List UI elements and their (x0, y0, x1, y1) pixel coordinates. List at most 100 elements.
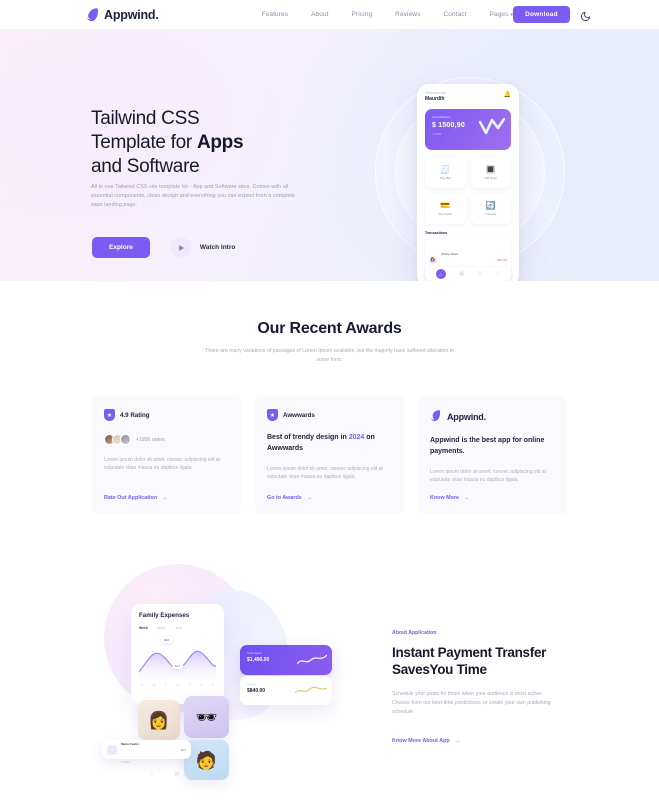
brand-logo[interactable]: Appwind. (86, 7, 159, 22)
family-expenses-card: Family Expenses Week Month Year $90 $47 … (131, 604, 224, 704)
award-card-body: Lorem ipsum dolor sit amet, consec adipi… (430, 469, 546, 483)
watch-intro-button[interactable]: Watch Intro (169, 237, 235, 258)
user-icon[interactable]: ○ (226, 771, 229, 777)
phone-bottom-nav: ⌂ ▤ ▢ ♡ (425, 267, 511, 281)
chart-icon[interactable]: ▤ (175, 771, 180, 777)
award-badge: Appwind. (430, 409, 555, 424)
arrow-right-icon: → (162, 495, 168, 501)
phone-tile-pay-bill[interactable]: 🧾 Pay Bill (425, 157, 466, 188)
x-label: S (141, 683, 143, 687)
heading-part-a: Best of trendy design in (267, 434, 349, 441)
store-icon: 🛍 (429, 256, 437, 264)
home-icon[interactable]: ⌂ (435, 269, 446, 279)
phone-transactions-title: Transactions (425, 231, 448, 235)
phone-balance-card: Total Balance $ 1500,90 + 2.5% (425, 109, 511, 150)
phone-tile-qr-scan[interactable]: 🔳 QR Scan (470, 157, 511, 188)
nav-link-contact[interactable]: Contact (443, 11, 466, 18)
phone-tile-label: My Cards (438, 211, 452, 216)
link-label: Go to Awards (267, 495, 302, 501)
award-badge: ★ Awwwards (267, 409, 392, 421)
x-label: T (164, 683, 167, 687)
arrow-right-icon: → (454, 738, 461, 744)
navbar: Appwind. Features About Pricing Reviews … (0, 0, 659, 29)
link-label: Rate Out Application (104, 495, 158, 501)
phone-header: Welcome back Maurdih 🔔 (425, 91, 511, 103)
award-card-body: Lorem ipsum dolor sit amet, consec adipi… (104, 457, 220, 471)
about-content: About Application Instant Payment Transf… (392, 630, 577, 744)
home-icon[interactable]: ⌂ (151, 771, 154, 777)
card-icon[interactable]: ▢ (201, 771, 206, 777)
x-label: S (212, 683, 214, 687)
go-to-awards-link[interactable]: Go to Awards → (267, 495, 312, 501)
tab-week[interactable]: Week (139, 626, 148, 630)
chart-pill-high: $90 (161, 636, 173, 643)
heading-year: 2024 (348, 434, 365, 441)
tab-year[interactable]: Year (175, 626, 182, 630)
transfer-icon: 🔄 (485, 200, 496, 210)
know-more-about-app-link[interactable]: Know More About App → (392, 738, 577, 744)
rater-avatars: +195K raters (104, 434, 229, 445)
rate-application-link[interactable]: Rate Out Application → (104, 495, 168, 501)
stat-card-income: Income $840.00 (240, 676, 332, 705)
rater-count: +195K raters (136, 436, 165, 443)
expenses-chart: $90 $47 (138, 636, 217, 680)
about-body: Schedule your posts for times when your … (392, 691, 551, 715)
phone-username: Maurdih (425, 96, 445, 102)
bell-icon[interactable]: 🔔 (504, 91, 511, 98)
know-more-link[interactable]: Know More → (430, 495, 469, 501)
bell-icon[interactable]: ♡ (496, 271, 500, 277)
award-badge-text: Appwind. (447, 411, 486, 422)
nav-link-features[interactable]: Features (262, 11, 288, 18)
nav-links: Features About Pricing Reviews Contact P… (262, 11, 513, 18)
phone-tile-transfer[interactable]: 🔄 Transfer (470, 193, 511, 224)
shield-icon: ★ (104, 409, 115, 421)
transaction-row-card: Maria Castro Transfer $75 (102, 740, 191, 764)
card-icon: 💳 (440, 200, 451, 210)
nav-link-reviews[interactable]: Reviews (395, 11, 420, 18)
phone-action-tiles: 🧾 Pay Bill 🔳 QR Scan 💳 My Cards 🔄 Transf… (425, 157, 511, 224)
brand-name: Appwind. (104, 7, 159, 22)
sparkline-icon (295, 686, 327, 694)
download-button[interactable]: Download (513, 6, 570, 23)
tab-month[interactable]: Month (157, 626, 166, 630)
phone-tile-label: Pay Bill (440, 175, 451, 180)
wallet-icon[interactable]: ▢ (477, 271, 482, 277)
nav-link-pages-label: Pages (489, 11, 509, 18)
about-eyebrow: About Application (392, 630, 437, 636)
person-card-1: 👩 (138, 700, 180, 740)
hero-section: Tailwind CSS Template for Apps and Softw… (0, 29, 659, 281)
nav-link-pages[interactable]: Pages ▾ (490, 11, 514, 18)
nav-link-pricing[interactable]: Pricing (352, 11, 373, 18)
award-card-rating: ★ 4.9 Rating +195K raters Lorem ipsum do… (92, 396, 241, 514)
award-card-heading: Best of trendy design in 2024 on Awwward… (267, 432, 392, 454)
hero-cta-group: Explore Watch Intro (92, 237, 235, 258)
qr-icon: 🔳 (485, 164, 496, 174)
shield-icon: ★ (267, 409, 278, 421)
about-title-line1: Instant Payment Transfer (392, 645, 547, 660)
awards-cards: ★ 4.9 Rating +195K raters Lorem ipsum do… (0, 396, 659, 514)
arrow-right-icon: → (306, 495, 313, 501)
phone-tile-label: Transfer (485, 211, 497, 216)
people-cards: 👩 🕶 🧑 Maria Castro Transfer $75 (102, 696, 245, 780)
about-title-line2: SavesYou Time (392, 662, 487, 677)
nav-link-about[interactable]: About (311, 11, 329, 18)
hero-title-line2a: Template for (91, 132, 197, 153)
phone-transaction-amount: -$47.00 (496, 258, 508, 262)
phone-tile-my-cards[interactable]: 💳 My Cards (425, 193, 466, 224)
awards-title: Our Recent Awards (257, 320, 402, 337)
leaf-logo-icon (86, 7, 99, 22)
transaction-name: Maria Castro (121, 741, 140, 746)
moon-icon[interactable] (580, 9, 591, 22)
explore-button[interactable]: Explore (92, 237, 150, 258)
x-label: T (188, 683, 191, 687)
award-badge: ★ 4.9 Rating (104, 409, 229, 421)
x-label: W (176, 683, 180, 687)
hero-title: Tailwind CSS Template for Apps and Softw… (91, 107, 244, 179)
x-label: M (152, 683, 156, 687)
chart-icon[interactable]: ▤ (459, 271, 464, 277)
family-expenses-title: Family Expenses (139, 612, 190, 619)
award-card-heading: Appwind is the best app for online payme… (430, 437, 545, 455)
phone-transaction-name: Online Store (441, 252, 459, 256)
mock-bottom-nav: ⌂ ▤ ▢ ○ (140, 768, 240, 780)
avatar: 👩 (148, 710, 170, 730)
